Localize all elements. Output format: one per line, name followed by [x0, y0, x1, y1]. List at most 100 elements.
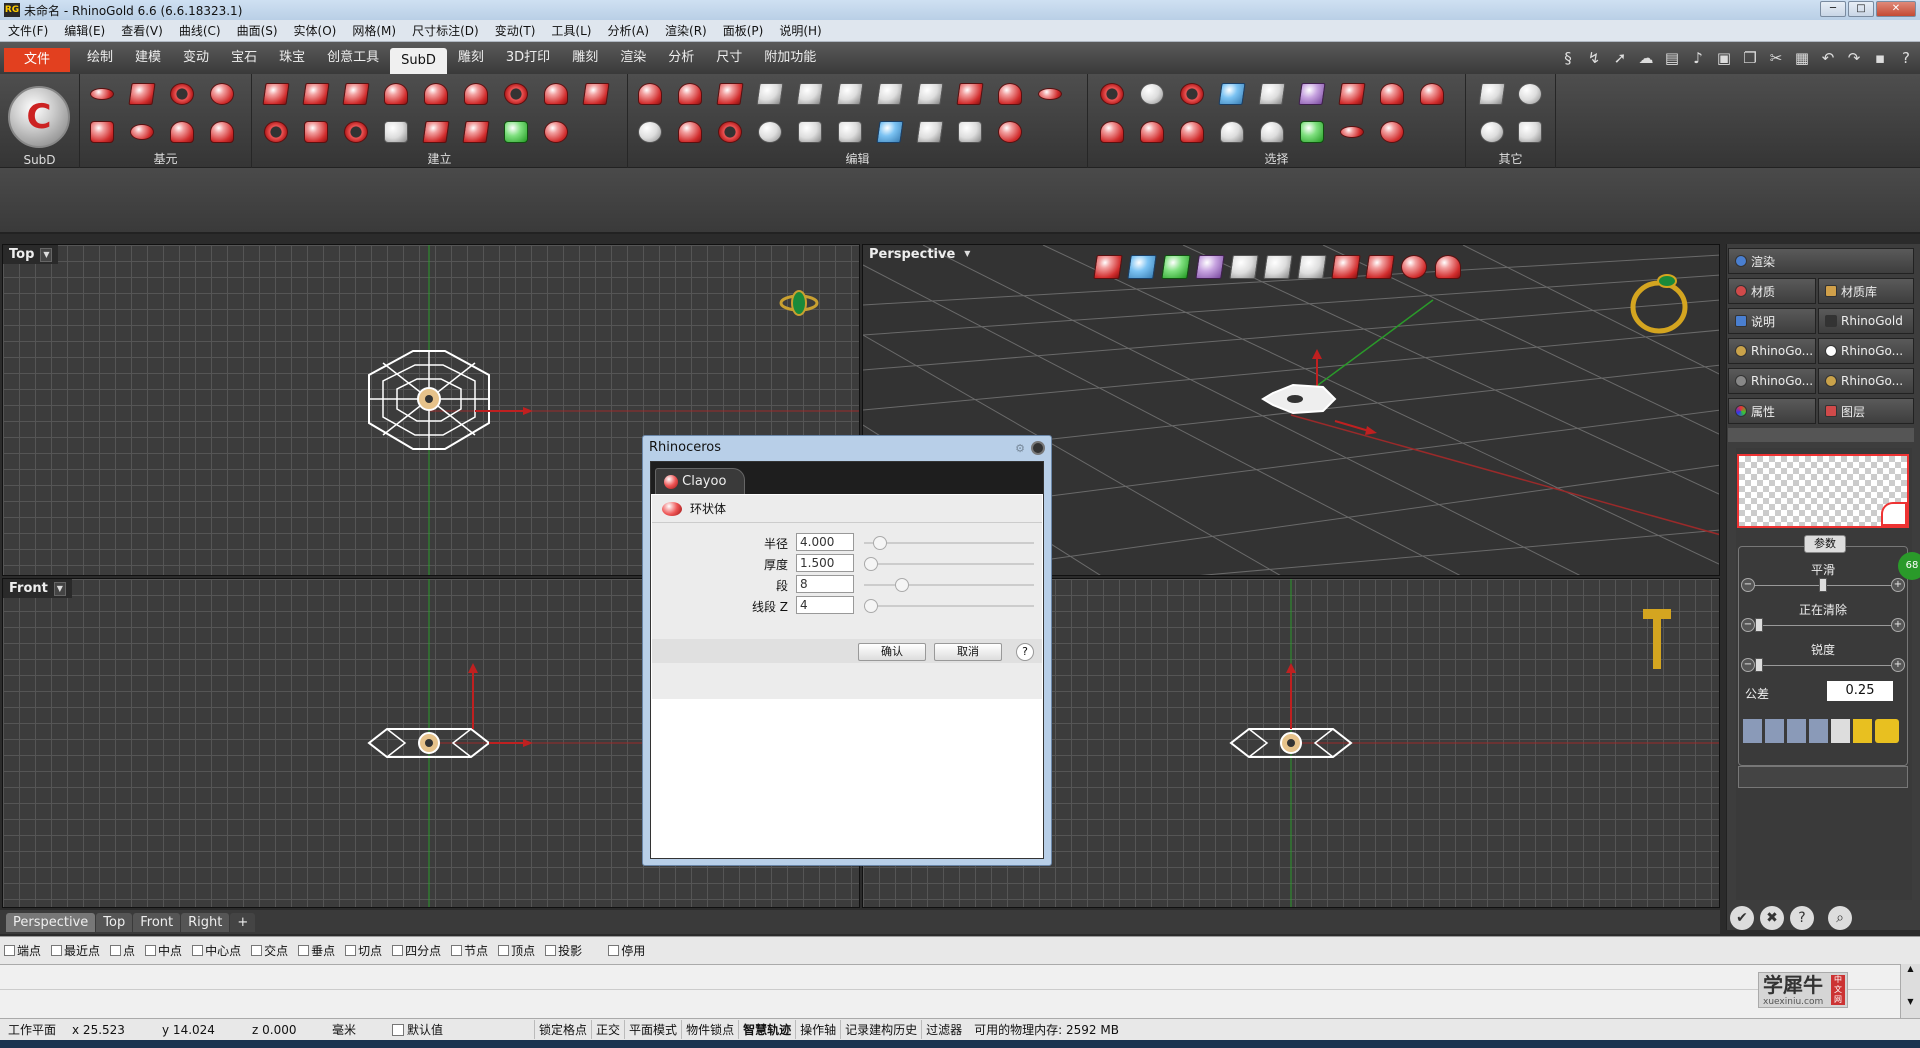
menu-curve[interactable]: 曲线(C) — [171, 22, 229, 39]
clapper-icon[interactable]: ▤ — [1662, 48, 1682, 68]
osnap-end[interactable]: 端点 — [4, 942, 41, 959]
cloud-icon[interactable]: ☁ — [1636, 48, 1656, 68]
checkbox[interactable] — [545, 945, 557, 956]
osnap-disable[interactable]: 停用 — [608, 942, 645, 959]
tab-render[interactable]: 渲染 — [609, 42, 657, 74]
create-goblet-icon[interactable] — [540, 78, 572, 110]
viewport-top-title[interactable]: Top ▼ — [3, 245, 59, 264]
subd-logo-icon[interactable]: C — [8, 86, 70, 148]
tab-creative-tools[interactable]: 创意工具 — [316, 42, 390, 74]
select-ring-icon[interactable] — [1416, 78, 1448, 110]
tab-rhinogold-4[interactable]: RhinoGo... — [1818, 368, 1914, 394]
sharpness-slider-knob[interactable] — [1755, 658, 1763, 672]
smarttrack-button[interactable]: 智慧轨迹 — [738, 1020, 795, 1039]
tab-properties[interactable]: 属性 — [1728, 398, 1816, 424]
lock-icon[interactable] — [1853, 719, 1872, 743]
checkbox[interactable] — [4, 945, 15, 956]
thickness-slider[interactable] — [864, 557, 1034, 571]
viewtab-top[interactable]: Top — [96, 912, 133, 932]
tab-transform[interactable]: 变动 — [172, 42, 220, 74]
half-moon-icon[interactable] — [1831, 719, 1850, 743]
create-fold-icon[interactable] — [340, 78, 372, 110]
radius-slider-knob[interactable] — [873, 536, 888, 550]
question-icon[interactable] — [1476, 116, 1508, 148]
dialog-close-button[interactable] — [1031, 441, 1045, 455]
settings-icon[interactable]: ⚙ — [1015, 442, 1025, 455]
select-shrink-icon[interactable] — [1136, 116, 1168, 148]
layer-selector[interactable]: 默认值 — [384, 1021, 534, 1038]
segments-slider-knob[interactable] — [895, 578, 910, 592]
rotate-icon[interactable] — [1127, 255, 1157, 279]
cube-red-icon[interactable] — [1331, 255, 1361, 279]
subd-torus-icon[interactable] — [166, 78, 198, 110]
create-patch-icon[interactable] — [260, 78, 292, 110]
viewtab-front[interactable]: Front — [133, 912, 181, 932]
tab-sculpt[interactable]: 雕刻 — [447, 42, 495, 74]
tab-clayoo[interactable]: Clayoo — [655, 468, 746, 494]
paste-icon[interactable]: ▦ — [1792, 48, 1812, 68]
mirror-x-icon[interactable] — [1743, 719, 1762, 743]
select-grow-icon[interactable] — [1096, 116, 1128, 148]
lock-icon[interactable] — [1401, 255, 1427, 279]
edit-slab-icon[interactable] — [1034, 78, 1066, 110]
chevron-down-icon[interactable]: ▼ — [961, 248, 973, 262]
create-pipe-icon[interactable] — [420, 116, 452, 148]
help-icon[interactable]: ? — [1790, 906, 1814, 930]
viewtab-right[interactable]: Right — [181, 912, 230, 932]
viewport-perspective-title[interactable]: Perspective ▼ — [863, 245, 979, 264]
subd-sphere-icon[interactable] — [206, 78, 238, 110]
tab-material-library[interactable]: 材质库 — [1818, 278, 1914, 304]
edit-spread-icon[interactable] — [834, 116, 866, 148]
subd-box-icon[interactable] — [126, 78, 158, 110]
checkbox[interactable] — [608, 945, 620, 956]
menu-mesh[interactable]: 网格(M) — [344, 22, 404, 39]
tab-notes[interactable]: 说明 — [1728, 308, 1816, 334]
create-ring-icon[interactable] — [260, 116, 292, 148]
cube-face-icon[interactable] — [1229, 255, 1259, 279]
microphone-icon[interactable]: ♪ — [1688, 48, 1708, 68]
minus-icon[interactable]: − — [1741, 618, 1755, 632]
select-arc-icon[interactable] — [1176, 116, 1208, 148]
close-icon[interactable]: ✖ — [1760, 906, 1784, 930]
segments-z-slider[interactable] — [864, 599, 1034, 613]
checkbox[interactable] — [392, 945, 404, 956]
tab-subd[interactable]: SubD — [390, 48, 447, 74]
create-curl-icon[interactable] — [460, 78, 492, 110]
cut-icon[interactable]: ✂ — [1766, 48, 1786, 68]
hide-icon[interactable] — [1365, 255, 1395, 279]
tab-draw[interactable]: 绘制 — [76, 42, 124, 74]
osnap-near[interactable]: 最近点 — [51, 942, 100, 959]
segments-z-input[interactable]: 4 — [796, 596, 854, 614]
edit-knot-icon[interactable] — [714, 116, 746, 148]
select-grid-icon[interactable] — [1336, 78, 1368, 110]
planar-button[interactable]: 平面模式 — [624, 1020, 681, 1039]
osnap-button[interactable]: 物件锁点 — [681, 1020, 738, 1039]
cube-vertex-icon[interactable] — [1297, 255, 1327, 279]
osnap-mid[interactable]: 中点 — [145, 942, 182, 959]
edit-pawn-icon[interactable] — [954, 116, 986, 148]
ok-button[interactable]: 确认 — [858, 643, 926, 661]
edit-box-crease-icon[interactable] — [954, 78, 986, 110]
minus-icon[interactable]: − — [1741, 658, 1755, 672]
capture-icon[interactable]: ▣ — [1714, 48, 1734, 68]
undo-icon[interactable]: ↶ — [1818, 48, 1838, 68]
select-hook-icon[interactable] — [1256, 116, 1288, 148]
snap-icon[interactable] — [1195, 255, 1225, 279]
scale-icon[interactable] — [1161, 255, 1191, 279]
create-extrude-icon[interactable] — [300, 78, 332, 110]
tab-rhinogold-1[interactable]: RhinoGo... — [1728, 338, 1816, 364]
menu-surface[interactable]: 曲面(S) — [229, 22, 286, 39]
viewtab-add-button[interactable]: + — [230, 912, 256, 932]
maximize-button[interactable]: □ — [1848, 1, 1874, 17]
tab-rhinogold-3[interactable]: RhinoGo... — [1728, 368, 1816, 394]
check-icon[interactable]: ✔ — [1730, 906, 1754, 930]
select-loop-icon[interactable] — [1376, 78, 1408, 110]
plus-icon[interactable]: + — [1891, 618, 1905, 632]
checkbox[interactable] — [145, 945, 157, 956]
filter-button[interactable]: 过滤器 — [921, 1020, 966, 1039]
thickness-slider-knob[interactable] — [864, 557, 878, 571]
osnap-vertex[interactable]: 顶点 — [498, 942, 535, 959]
snake-icon[interactable]: § — [1558, 48, 1578, 68]
smooth-slider[interactable]: − + — [1741, 578, 1905, 592]
cone-icon[interactable] — [1435, 255, 1461, 279]
